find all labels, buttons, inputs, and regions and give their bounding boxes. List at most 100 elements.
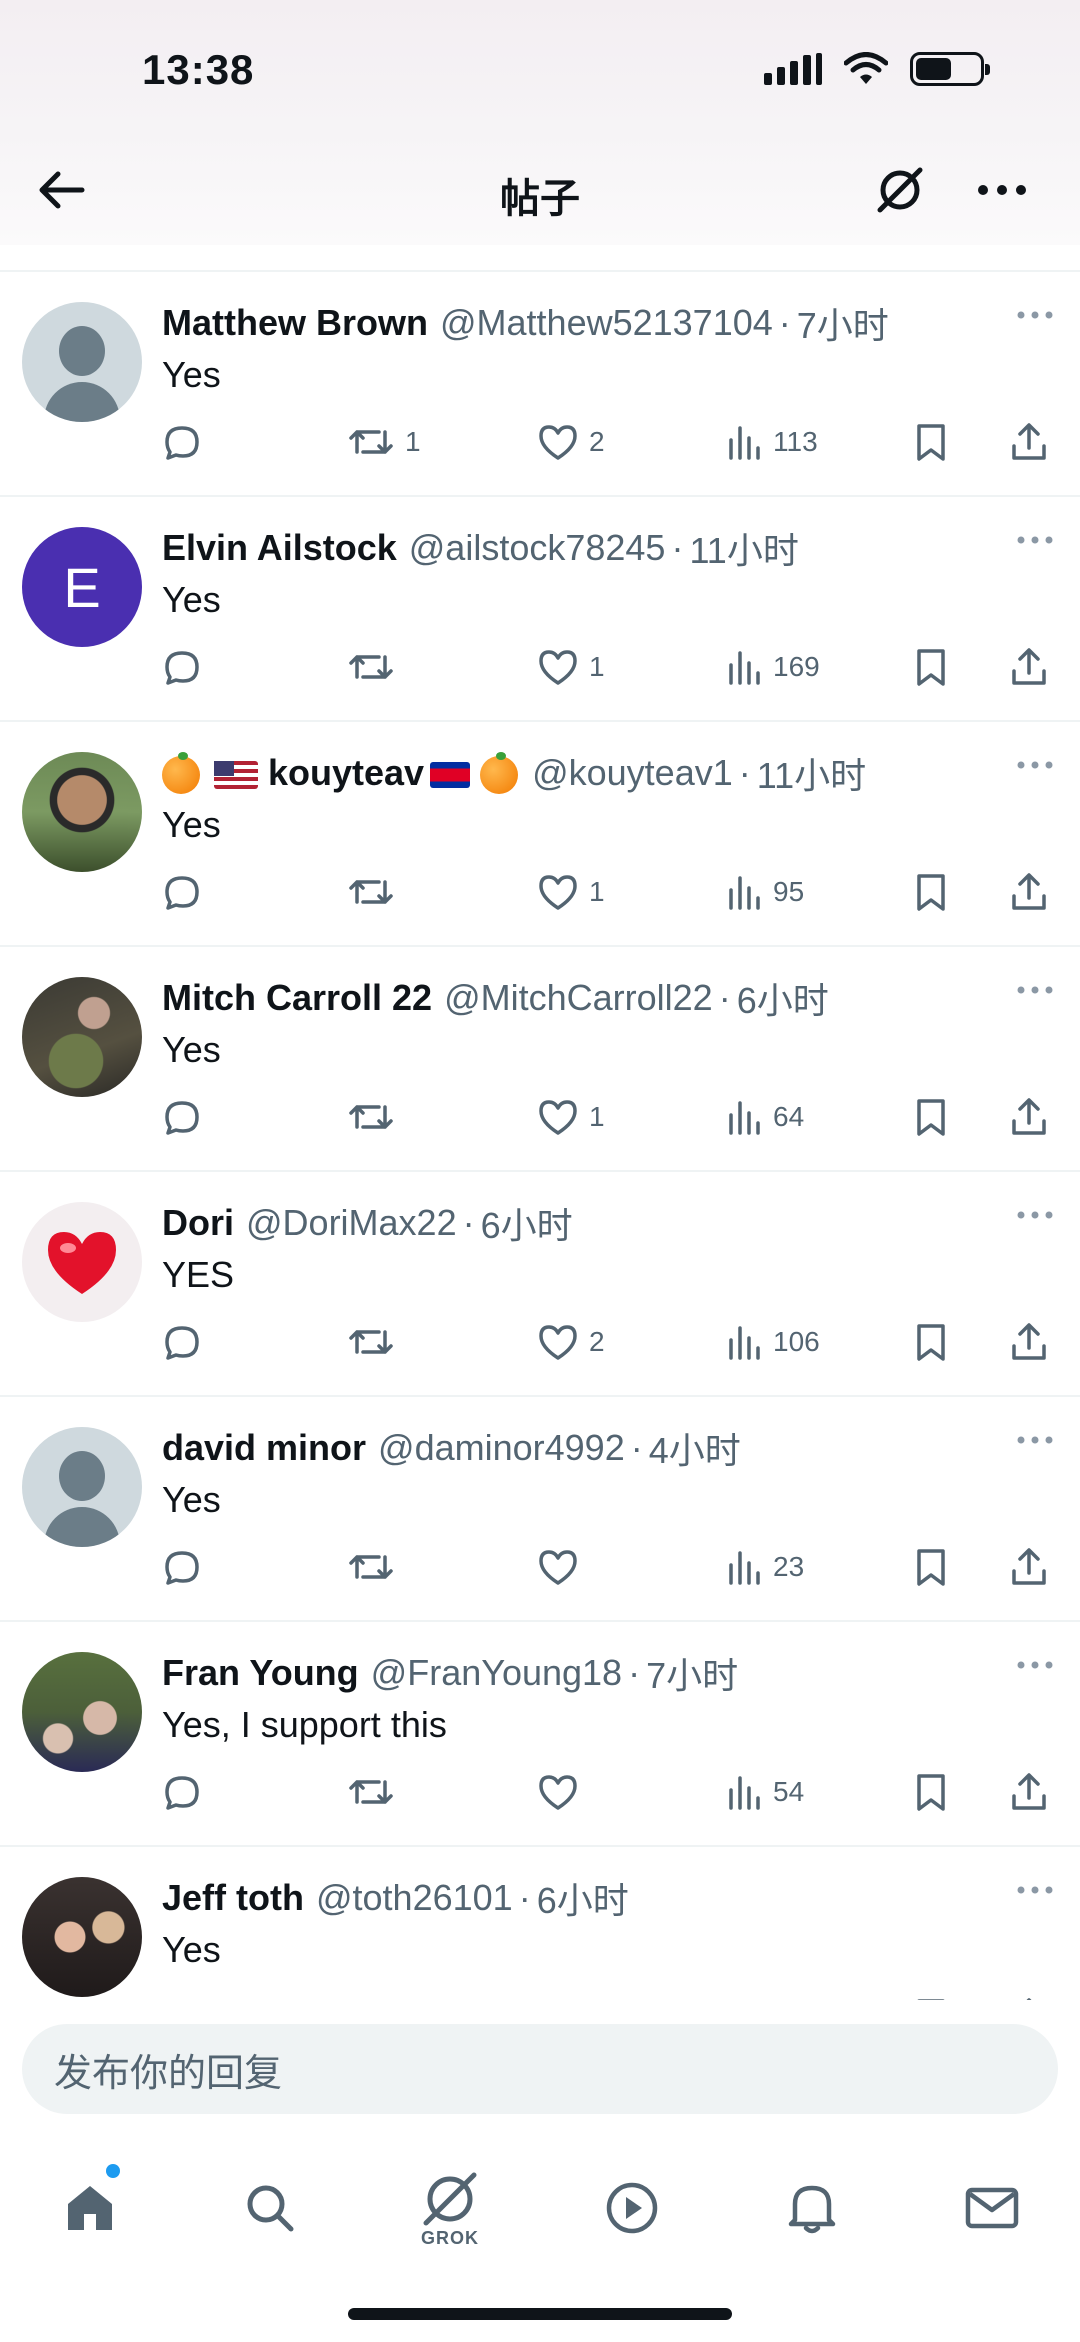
bookmark-button[interactable]	[914, 862, 948, 922]
like-count: 1	[589, 651, 605, 682]
bookmark-button[interactable]	[914, 412, 948, 472]
tab-search[interactable]	[230, 2158, 310, 2258]
repost-button[interactable]	[347, 1537, 405, 1597]
avatar[interactable]	[22, 1427, 142, 1547]
reply-composer-input[interactable]: 发布你的回复	[22, 2024, 1058, 2114]
author-handle[interactable]: @DoriMax22	[246, 1202, 457, 1244]
tab-home[interactable]	[50, 2158, 130, 2258]
share-button[interactable]	[1010, 637, 1048, 697]
author-name[interactable]: Elvin Ailstock	[162, 527, 397, 569]
avatar[interactable]	[22, 977, 142, 1097]
like-button[interactable]: 1	[537, 1087, 605, 1147]
more-options-button[interactable]	[972, 160, 1032, 220]
tab-grok[interactable]: GROK	[410, 2158, 490, 2258]
bookmark-button[interactable]	[914, 1987, 948, 2000]
views-button[interactable]: 64	[727, 1087, 804, 1147]
share-button[interactable]	[1010, 862, 1048, 922]
avatar[interactable]	[22, 1652, 142, 1772]
reply-button[interactable]	[162, 1087, 212, 1147]
views-button[interactable]: 54	[727, 1762, 804, 1822]
like-button[interactable]	[537, 1537, 589, 1597]
author-name[interactable]: kouyteav	[268, 752, 424, 794]
grok-button[interactable]	[870, 160, 930, 220]
views-button[interactable]: 169	[727, 637, 820, 697]
repost-button[interactable]: 1	[347, 412, 421, 472]
bookmark-button[interactable]	[914, 637, 948, 697]
reply-button[interactable]	[162, 1987, 212, 2000]
reply-item[interactable]: Dori @DoriMax22 · 6小时 YES 2 106	[0, 1172, 1080, 1397]
author-name[interactable]: Jeff toth	[162, 1877, 304, 1919]
author-handle[interactable]: @ailstock78245	[409, 527, 666, 569]
reply-button[interactable]	[162, 637, 212, 697]
like-button[interactable]	[537, 1987, 589, 2000]
reply-item[interactable]: Mitch Carroll 22 @MitchCarroll22 · 6小时 Y…	[0, 947, 1080, 1172]
reply-more-button[interactable]	[1010, 1875, 1060, 1905]
share-button[interactable]	[1010, 412, 1048, 472]
avatar[interactable]	[22, 752, 142, 872]
bookmark-button[interactable]	[914, 1087, 948, 1147]
bookmark-button[interactable]	[914, 1762, 948, 1822]
views-button[interactable]: 95	[727, 862, 804, 922]
reply-button[interactable]	[162, 1762, 212, 1822]
reply-item[interactable]: E Elvin Ailstock @ailstock78245 · 11小时 Y…	[0, 497, 1080, 722]
reply-button[interactable]	[162, 412, 212, 472]
tab-messages[interactable]	[952, 2158, 1032, 2258]
reply-more-button[interactable]	[1010, 750, 1060, 780]
author-handle[interactable]: @FranYoung18	[371, 1652, 622, 1694]
repost-button[interactable]	[347, 1987, 405, 2000]
author-handle[interactable]: @daminor4992	[378, 1427, 625, 1469]
repost-button[interactable]	[347, 1762, 405, 1822]
reply-more-button[interactable]	[1010, 975, 1060, 1005]
reply-item[interactable]: kouyteav @kouyteav1 · 11小时 Yes 1 95	[0, 722, 1080, 947]
reply-button[interactable]	[162, 1312, 212, 1372]
share-button[interactable]	[1010, 1987, 1048, 2000]
author-name[interactable]: Dori	[162, 1202, 234, 1244]
author-name[interactable]: Mitch Carroll 22	[162, 977, 432, 1019]
views-button[interactable]: 113	[727, 412, 818, 472]
views-button[interactable]	[727, 1987, 773, 2000]
reply-more-button[interactable]	[1010, 1200, 1060, 1230]
avatar[interactable]	[22, 302, 142, 422]
author-name[interactable]: Fran Young	[162, 1652, 359, 1694]
reply-text: Yes	[162, 804, 221, 845]
reply-item[interactable]: Matthew Brown @Matthew52137104 · 7小时 Yes	[0, 272, 1080, 497]
tab-video[interactable]	[592, 2158, 672, 2258]
like-button[interactable]: 2	[537, 412, 605, 472]
like-button[interactable]: 1	[537, 637, 605, 697]
author-handle[interactable]: @kouyteav1	[532, 752, 733, 794]
author-name[interactable]: david minor	[162, 1427, 366, 1469]
like-button[interactable]	[537, 1762, 589, 1822]
reply-more-button[interactable]	[1010, 300, 1060, 330]
share-button[interactable]	[1010, 1312, 1048, 1372]
views-button[interactable]: 23	[727, 1537, 804, 1597]
reply-item[interactable]: david minor @daminor4992 · 4小时 Yes 23	[0, 1397, 1080, 1622]
tab-notifications[interactable]	[772, 2158, 852, 2258]
like-button[interactable]: 2	[537, 1312, 605, 1372]
reply-more-button[interactable]	[1010, 1425, 1060, 1455]
author-name[interactable]: Matthew Brown	[162, 302, 428, 344]
reply-more-button[interactable]	[1010, 525, 1060, 555]
avatar[interactable]: E	[22, 527, 142, 647]
bookmark-button[interactable]	[914, 1312, 948, 1372]
reply-item[interactable]: Jeff toth @toth26101 · 6小时 Yes	[0, 1847, 1080, 2000]
avatar[interactable]	[22, 1877, 142, 1997]
reply-item[interactable]: Fran Young @FranYoung18 · 7小时 Yes, I sup…	[0, 1622, 1080, 1847]
views-button[interactable]: 106	[727, 1312, 820, 1372]
share-button[interactable]	[1010, 1537, 1048, 1597]
author-handle[interactable]: @toth26101	[316, 1877, 513, 1919]
like-button[interactable]: 1	[537, 862, 605, 922]
avatar[interactable]	[22, 1202, 142, 1322]
author-handle[interactable]: @MitchCarroll22	[444, 977, 713, 1019]
reply-button[interactable]	[162, 1537, 212, 1597]
share-button[interactable]	[1010, 1087, 1048, 1147]
bookmark-button[interactable]	[914, 1537, 948, 1597]
reply-button[interactable]	[162, 862, 212, 922]
like-count: 1	[589, 1101, 605, 1132]
share-button[interactable]	[1010, 1762, 1048, 1822]
author-handle[interactable]: @Matthew52137104	[440, 302, 773, 344]
repost-button[interactable]	[347, 1087, 405, 1147]
repost-button[interactable]	[347, 862, 405, 922]
reply-more-button[interactable]	[1010, 1650, 1060, 1680]
repost-button[interactable]	[347, 637, 405, 697]
repost-button[interactable]	[347, 1312, 405, 1372]
